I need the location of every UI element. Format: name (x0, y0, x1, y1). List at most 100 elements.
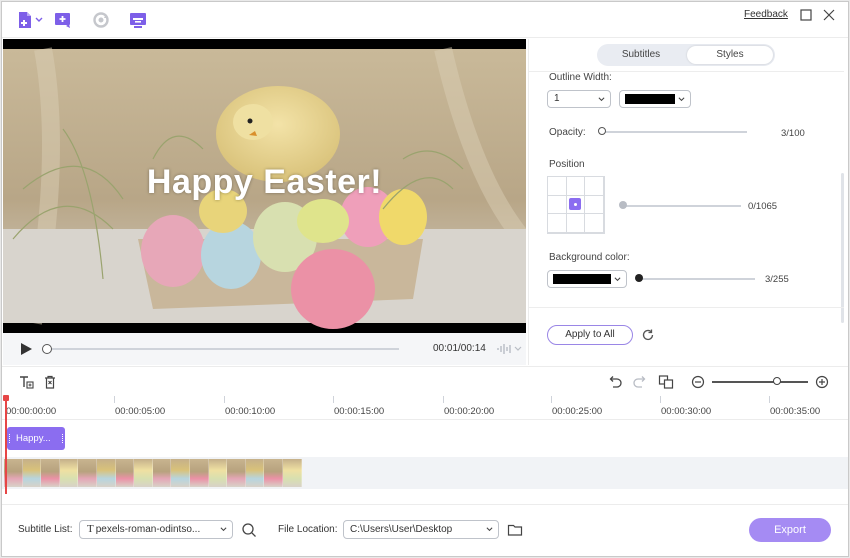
ruler-tick (114, 396, 115, 403)
position-slider[interactable] (623, 205, 741, 207)
top-toolbar: Feedback (2, 2, 848, 38)
subtitle-screen-icon[interactable] (127, 10, 149, 30)
delete-icon[interactable] (42, 374, 58, 390)
position-cell-top-center[interactable] (566, 177, 586, 196)
filmstrip-frame (189, 459, 209, 487)
subtitle-list-label: Subtitle List: (18, 524, 73, 535)
file-location-select[interactable]: C:\Users\User\Desktop (343, 520, 499, 539)
zoom-in-icon[interactable] (814, 374, 830, 390)
clip-left-handle[interactable] (9, 434, 11, 443)
filmstrip-frame (96, 459, 116, 487)
opacity-handle[interactable] (598, 127, 606, 135)
position-cell-bottom-left[interactable] (548, 214, 567, 233)
seek-handle[interactable] (42, 344, 52, 354)
opacity-label: Opacity: (549, 127, 586, 138)
video-track (2, 457, 848, 489)
redo-icon[interactable] (632, 374, 648, 390)
ruler-label: 00:00:10:00 (225, 406, 276, 417)
background-opacity-handle[interactable] (635, 274, 643, 282)
outline-color-select[interactable] (619, 90, 691, 108)
playhead[interactable] (5, 396, 7, 494)
background-opacity-value: 3/255 (765, 274, 789, 285)
position-cell-top-right[interactable] (585, 177, 604, 196)
filmstrip-frame (59, 459, 79, 487)
chevron-down-icon (598, 97, 605, 102)
playhead-marker[interactable] (3, 395, 9, 401)
audio-wave-icon[interactable] (496, 342, 522, 356)
background-color-select[interactable] (547, 270, 627, 288)
feedback-link[interactable]: Feedback (744, 9, 788, 20)
subtitle-overlay: Happy Easter! (146, 163, 383, 201)
ruler-label: 00:00:00:00 (6, 406, 57, 417)
background-color-label: Background color: (549, 252, 630, 263)
position-cell-middle-right[interactable] (585, 195, 604, 215)
export-button[interactable]: Export (749, 518, 831, 542)
refresh-icon[interactable] (90, 10, 112, 30)
filmstrip-frame (22, 459, 42, 487)
position-handle[interactable] (619, 201, 627, 209)
seek-bar[interactable] (47, 348, 399, 350)
split-icon[interactable] (658, 374, 674, 390)
clip-right-handle[interactable] (62, 434, 64, 443)
filmstrip-frame (41, 459, 60, 487)
filmstrip-frame (115, 459, 135, 487)
filmstrip-frame (245, 459, 265, 487)
player-controls: 00:01/00:14 (3, 333, 526, 365)
subtitle-list-value: pexels-roman-odintso... (95, 524, 201, 535)
background-opacity-slider[interactable] (637, 278, 755, 280)
folder-icon[interactable] (507, 522, 523, 538)
opacity-value: 3/100 (781, 128, 805, 139)
play-icon[interactable] (19, 342, 33, 356)
opacity-slider[interactable] (601, 131, 747, 133)
filmstrip-frame (134, 459, 153, 487)
subtitle-clip[interactable]: Happy... (7, 427, 65, 450)
zoom-slider[interactable] (712, 381, 808, 383)
position-cell-middle-center[interactable] (566, 195, 586, 215)
undo-icon[interactable] (607, 374, 623, 390)
ruler-label: 00:00:20:00 (444, 406, 495, 417)
maximize-icon[interactable] (797, 6, 815, 24)
file-location-value: C:\Users\User\Desktop (350, 524, 453, 535)
close-icon[interactable] (820, 6, 838, 24)
position-cell-middle-left[interactable] (548, 195, 567, 215)
timeline-ruler[interactable]: 00:00:00:00 00:00:05:00 00:00:10:00 00:0… (2, 396, 848, 420)
outline-width-select[interactable]: 1 (547, 90, 611, 108)
outline-width-value: 1 (554, 93, 560, 104)
add-file-icon[interactable] (14, 10, 36, 30)
search-icon[interactable] (241, 522, 257, 538)
panel-scrollbar[interactable] (841, 173, 844, 323)
chevron-down-icon (486, 527, 493, 532)
position-value: 0/1065 (748, 201, 778, 212)
outline-color-swatch (625, 94, 675, 104)
subtitle-track: Happy... (2, 421, 848, 457)
apply-to-all-button[interactable]: Apply to All (547, 325, 633, 345)
add-subtitle-icon[interactable] (52, 10, 74, 30)
add-text-icon[interactable] (18, 374, 34, 390)
position-cell-bottom-right[interactable] (585, 214, 604, 233)
video-clip-filmstrip[interactable] (4, 459, 302, 487)
video-preview[interactable]: Happy Easter! (3, 39, 526, 333)
filmstrip-frame (171, 459, 190, 487)
zoom-handle[interactable] (773, 377, 781, 385)
subtitle-clip-label: Happy... (16, 433, 51, 444)
filmstrip-frame (227, 459, 246, 487)
position-cell-top-left[interactable] (548, 177, 567, 196)
ruler-tick (769, 396, 770, 403)
ruler-tick (224, 396, 225, 403)
reset-icon[interactable] (641, 328, 655, 342)
tab-subtitles[interactable]: Subtitles (599, 46, 683, 64)
chevron-down-icon[interactable] (34, 10, 44, 30)
bottom-bar: Subtitle List: Tpexels-roman-odintso... … (2, 504, 848, 556)
filmstrip-frame (152, 459, 172, 487)
position-label: Position (549, 159, 585, 170)
text-format-icon: T (87, 523, 94, 535)
position-cell-bottom-center[interactable] (566, 214, 586, 233)
tab-styles[interactable]: Styles (687, 46, 773, 64)
outline-width-label: Outline Width: (549, 72, 612, 83)
filmstrip-frame (208, 459, 228, 487)
tab-switcher: Subtitles Styles (597, 44, 775, 66)
zoom-out-icon[interactable] (690, 374, 706, 390)
subtitle-list-select[interactable]: Tpexels-roman-odintso... (79, 520, 233, 539)
ruler-tick (443, 396, 444, 403)
chevron-down-icon (220, 527, 227, 532)
